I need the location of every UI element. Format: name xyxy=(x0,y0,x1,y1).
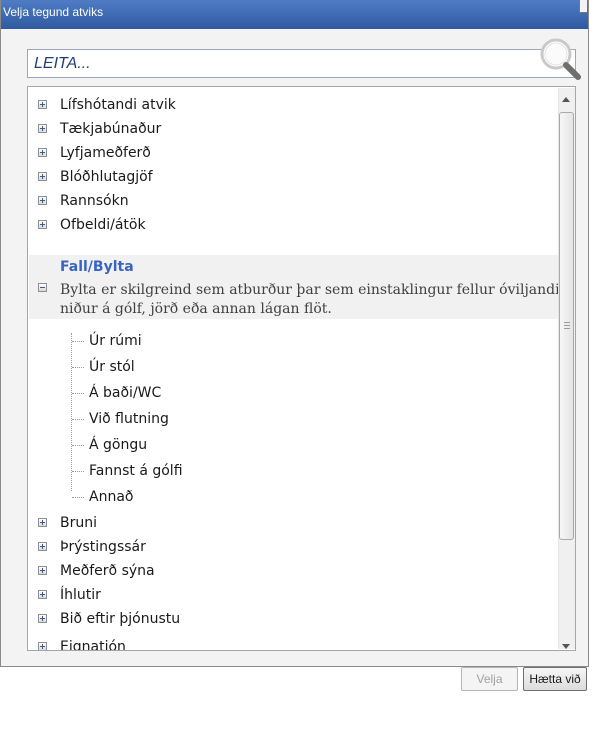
tree-child-label: Við flutning xyxy=(89,411,169,427)
expand-icon[interactable] xyxy=(38,172,47,181)
tree-node-label: Blóðhlutagjöf xyxy=(60,169,153,185)
window-corner xyxy=(579,0,587,13)
tree-node-label: Rannsókn xyxy=(60,193,129,209)
incident-type-tree: Lífshótandi atvik Tækjabúnaður Lyfjameðf… xyxy=(27,86,576,651)
expand-icon[interactable] xyxy=(38,220,47,229)
expand-icon[interactable] xyxy=(38,124,47,133)
tree-node-label: Bið eftir þjónustu xyxy=(60,611,181,627)
collapse-icon[interactable] xyxy=(38,283,47,292)
select-button[interactable]: Velja xyxy=(461,667,518,691)
expand-icon[interactable] xyxy=(38,614,47,623)
search-input[interactable] xyxy=(28,50,523,77)
scroll-up-icon[interactable] xyxy=(562,97,570,102)
tree-node-label: Bruni xyxy=(60,515,97,531)
expand-icon[interactable] xyxy=(38,642,47,650)
tree-connector xyxy=(72,341,84,342)
tree-node-label: Lífshótandi atvik xyxy=(60,97,176,113)
title-bar[interactable]: Velja tegund atviks xyxy=(1,0,588,29)
scrollbar-thumb[interactable] xyxy=(559,112,574,540)
node-description: Bylta er skilgreind sem atburður þar sem… xyxy=(60,282,560,317)
scroll-down-icon[interactable] xyxy=(562,644,570,649)
tree-child-label: Úr rúmi xyxy=(89,333,142,349)
grip-icon xyxy=(564,322,570,329)
tree-guide-line xyxy=(71,333,72,491)
expand-icon[interactable] xyxy=(38,148,47,157)
incident-type-dialog: Velja tegund atviks Lífshótandi atvik Tæ… xyxy=(0,0,589,691)
tree-child-label: Á baði/WC xyxy=(89,385,162,401)
expand-icon[interactable] xyxy=(38,590,47,599)
tree-child-label: Fannst á gólfi xyxy=(89,463,183,479)
window-title: Velja tegund atviks xyxy=(3,5,104,19)
tree-node-label: Íhlutir xyxy=(60,587,101,603)
tree-node-label: Meðferð sýna xyxy=(60,563,155,579)
cancel-button[interactable]: Hætta við xyxy=(523,667,587,691)
tree-node-label: Tækjabúnaður xyxy=(60,121,162,137)
expand-icon[interactable] xyxy=(38,542,47,551)
expand-icon[interactable] xyxy=(38,196,47,205)
search-box[interactable] xyxy=(27,49,576,78)
tree-connector xyxy=(72,367,84,368)
tree-child-label: Annað xyxy=(89,489,134,505)
tree-connector xyxy=(72,393,84,394)
search-icon[interactable] xyxy=(537,35,583,83)
tree-node-label: Eignatjón xyxy=(60,639,126,651)
tree-node-label: Þrýstingssár xyxy=(60,539,146,555)
expand-icon[interactable] xyxy=(38,566,47,575)
tree-child-label: Á göngu xyxy=(89,437,148,453)
tree-node-label: Lyfjameðferð xyxy=(60,145,151,161)
tree-connector xyxy=(72,471,84,472)
tree-connector xyxy=(72,445,84,446)
tree-child-label: Úr stól xyxy=(89,359,135,375)
tree-connector xyxy=(72,419,84,420)
expand-icon[interactable] xyxy=(38,100,47,109)
selected-node-label[interactable]: Fall/Bylta xyxy=(60,259,134,275)
tree-connector xyxy=(72,497,84,498)
expand-icon[interactable] xyxy=(38,518,47,527)
tree-node-label: Ofbeldi/átök xyxy=(60,217,146,233)
